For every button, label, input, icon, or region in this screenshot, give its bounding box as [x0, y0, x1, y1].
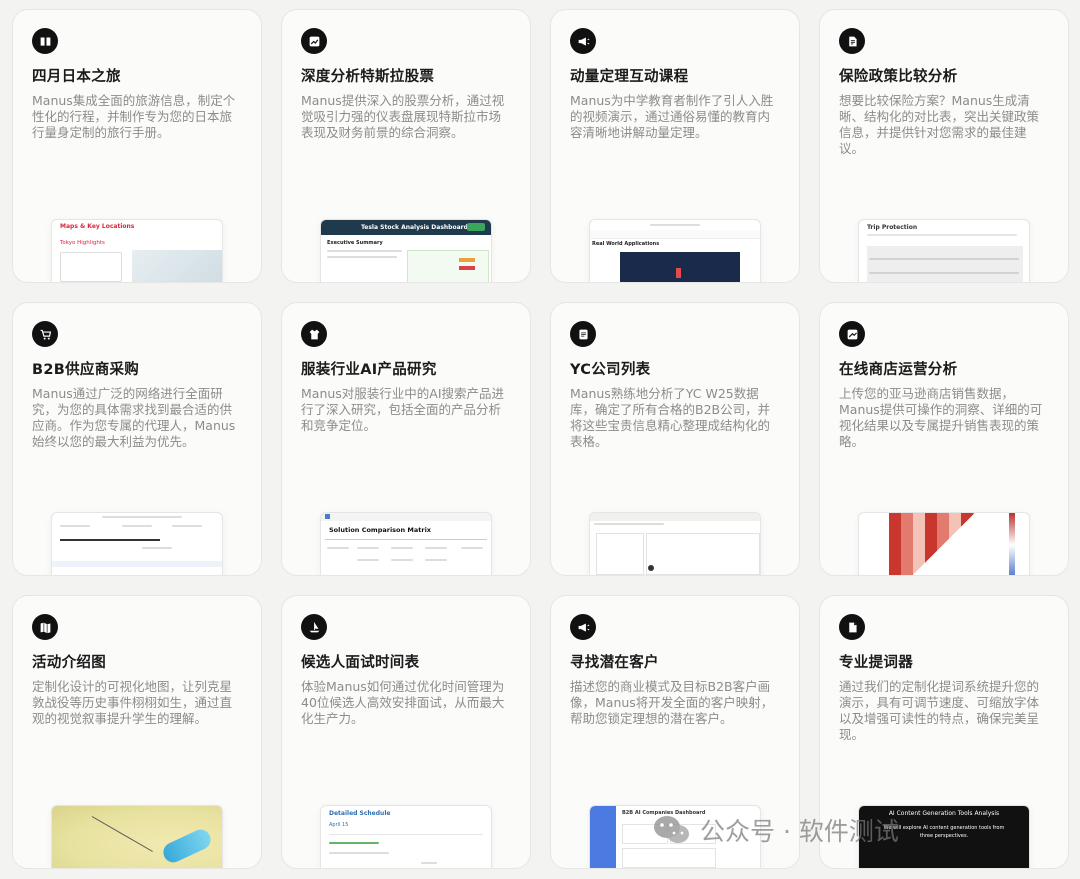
- megaphone-icon: [570, 28, 596, 54]
- preview-subtitle: Executive Summary: [327, 240, 383, 246]
- card-preview-thumbnail: Solution Comparison Matrix: [320, 512, 492, 575]
- card-description: Manus为中学教育者制作了引人入胜的视频演示，通过通俗易懂的教育内容清晰地讲解…: [570, 93, 774, 140]
- use-case-card[interactable]: 在线商店运营分析 上传您的亚马逊商店销售数据，Manus提供可操作的洞察、详细的…: [819, 302, 1069, 576]
- map-icon: [32, 614, 58, 640]
- card-title: 候选人面试时间表: [301, 655, 420, 671]
- card-title: 专业提词器: [839, 655, 913, 671]
- card-title: 保险政策比较分析: [839, 69, 958, 85]
- use-case-grid: 四月日本之旅 Manus集成全面的旅游信息，制定个性化的行程，并制作专为您的日本…: [12, 9, 1069, 869]
- ship-icon: [301, 614, 327, 640]
- card-preview-thumbnail: Real World Applications: [589, 219, 761, 282]
- card-preview-thumbnail: [51, 512, 223, 575]
- chart-icon: [301, 28, 327, 54]
- preview-title: Trip Protection: [867, 224, 918, 231]
- preview-title: Solution Comparison Matrix: [329, 526, 431, 534]
- card-description: Manus集成全面的旅游信息，制定个性化的行程，并制作专为您的日本旅行量身定制的…: [32, 93, 236, 140]
- use-case-card[interactable]: 四月日本之旅 Manus集成全面的旅游信息，制定个性化的行程，并制作专为您的日本…: [12, 9, 262, 283]
- megaphone-icon: [570, 614, 596, 640]
- card-title: YC公司列表: [570, 362, 651, 378]
- card-preview-thumbnail: [51, 805, 223, 868]
- card-description: 通过我们的定制化提词系统提升您的演示，具有可调节速度、可缩放字体以及增强可读性的…: [839, 679, 1040, 742]
- use-case-card[interactable]: B2B供应商采购 Manus通过广泛的网络进行全面研究，为您的具体需求找到最合适…: [12, 302, 262, 576]
- use-case-card[interactable]: 服装行业AI产品研究 Manus对服装行业中的AI搜索产品进行了深入研究，包括全…: [281, 302, 531, 576]
- use-case-card[interactable]: 深度分析特斯拉股票 Manus提供深入的股票分析，通过视觉吸引力强的仪表盘展现特…: [281, 9, 531, 283]
- card-description: 描述您的商业模式及目标B2B客户画像，Manus将开发全面的客户映射，帮助您锁定…: [570, 679, 774, 726]
- shirt-icon: [301, 321, 327, 347]
- use-case-card[interactable]: 活动介绍图 定制化设计的可视化地图，让列克星敦战役等历史事件栩栩如生，通过直观的…: [12, 595, 262, 869]
- list-icon: [570, 321, 596, 347]
- card-description: 上传您的亚马逊商店销售数据，Manus提供可操作的洞察、详细的可视化结果以及专属…: [839, 386, 1043, 449]
- document-icon: [839, 28, 865, 54]
- card-title: B2B供应商采购: [32, 362, 140, 378]
- card-preview-thumbnail: [858, 512, 1030, 575]
- wechat-icon: [654, 816, 689, 843]
- card-preview-thumbnail: Detailed Schedule April 15: [320, 805, 492, 868]
- preview-subtitle: April 15: [329, 822, 349, 828]
- preview-title: Tesla Stock Analysis Dashboard: [361, 224, 468, 231]
- preview-subtitle: Tokyo Highlights: [60, 240, 105, 246]
- use-case-card[interactable]: YC公司列表 Manus熟练地分析了YC W25数据库，确定了所有合格的B2B公…: [550, 302, 800, 576]
- card-title: 动量定理互动课程: [570, 69, 689, 85]
- card-description: Manus熟练地分析了YC W25数据库，确定了所有合格的B2B公司，并将这些宝…: [570, 386, 771, 449]
- card-preview-thumbnail: [589, 512, 761, 575]
- watermark-text: 公众号 · 软件测试: [700, 817, 899, 846]
- cart-icon: [32, 321, 58, 347]
- card-preview-thumbnail: Tesla Stock Analysis Dashboard Executive…: [320, 219, 492, 282]
- preview-title: Detailed Schedule: [329, 810, 391, 817]
- card-title: 深度分析特斯拉股票: [301, 69, 435, 85]
- card-description: Manus提供深入的股票分析，通过视觉吸引力强的仪表盘展现特斯拉市场表现及财务前…: [301, 93, 505, 140]
- card-title: 寻找潜在客户: [570, 655, 659, 671]
- card-preview-thumbnail: Maps & Key Locations Tokyo Highlights: [51, 219, 223, 282]
- card-description: 定制化设计的可视化地图，让列克星敦战役等历史事件栩栩如生，通过直观的视觉叙事提升…: [32, 679, 233, 726]
- card-description: Manus对服装行业中的AI搜索产品进行了深入研究，包括全面的产品分析和竞争定位…: [301, 386, 505, 433]
- use-case-card[interactable]: 动量定理互动课程 Manus为中学教育者制作了引人入胜的视频演示，通过通俗易懂的…: [550, 9, 800, 283]
- card-description: 想要比较保险方案？Manus生成清晰、结构化的对比表，突出关键政策信息，并提供针…: [839, 93, 1040, 156]
- book-icon: [32, 28, 58, 54]
- preview-subtitle: Real World Applications: [592, 241, 660, 247]
- trend-icon: [839, 321, 865, 347]
- card-title: 服装行业AI产品研究: [301, 362, 437, 378]
- card-title: 在线商店运营分析: [839, 362, 958, 378]
- file-icon: [839, 614, 865, 640]
- card-preview-thumbnail: Trip Protection: [858, 219, 1030, 282]
- use-case-card[interactable]: 保险政策比较分析 想要比较保险方案？Manus生成清晰、结构化的对比表，突出关键…: [819, 9, 1069, 283]
- card-description: 体验Manus如何通过优化时间管理为40位候选人高效安排面试，从而最大化生产力。: [301, 679, 505, 726]
- card-description: Manus通过广泛的网络进行全面研究，为您的具体需求找到最合适的供应商。作为您专…: [32, 386, 236, 449]
- watermark: 公众号 · 软件测试: [652, 812, 899, 848]
- use-case-card[interactable]: 候选人面试时间表 体验Manus如何通过优化时间管理为40位候选人高效安排面试，…: [281, 595, 531, 869]
- card-title: 活动介绍图: [32, 655, 106, 671]
- preview-title: Maps & Key Locations: [60, 223, 135, 230]
- card-title: 四月日本之旅: [32, 69, 121, 85]
